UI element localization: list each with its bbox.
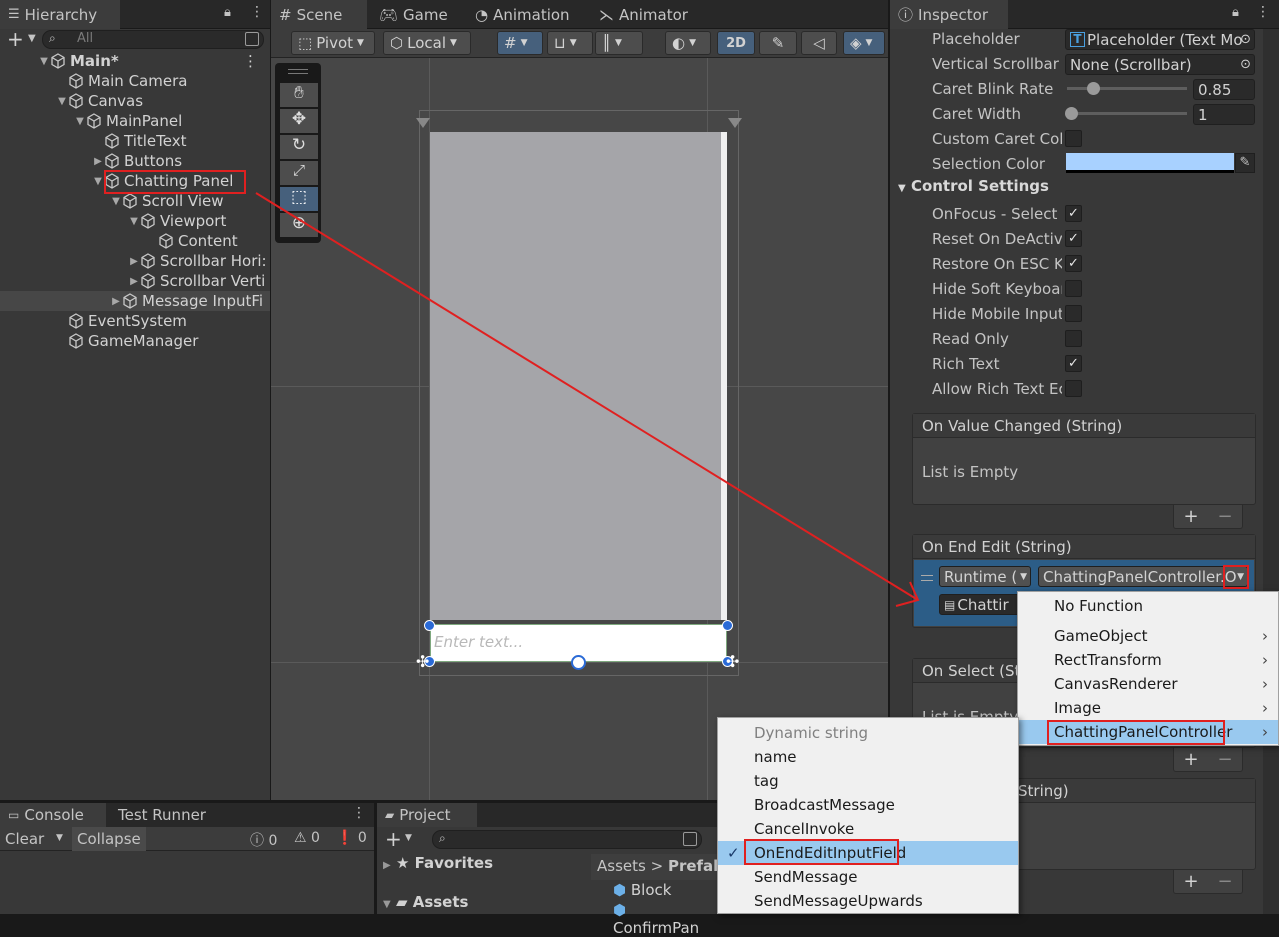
- annotation-arrow: [255, 192, 920, 607]
